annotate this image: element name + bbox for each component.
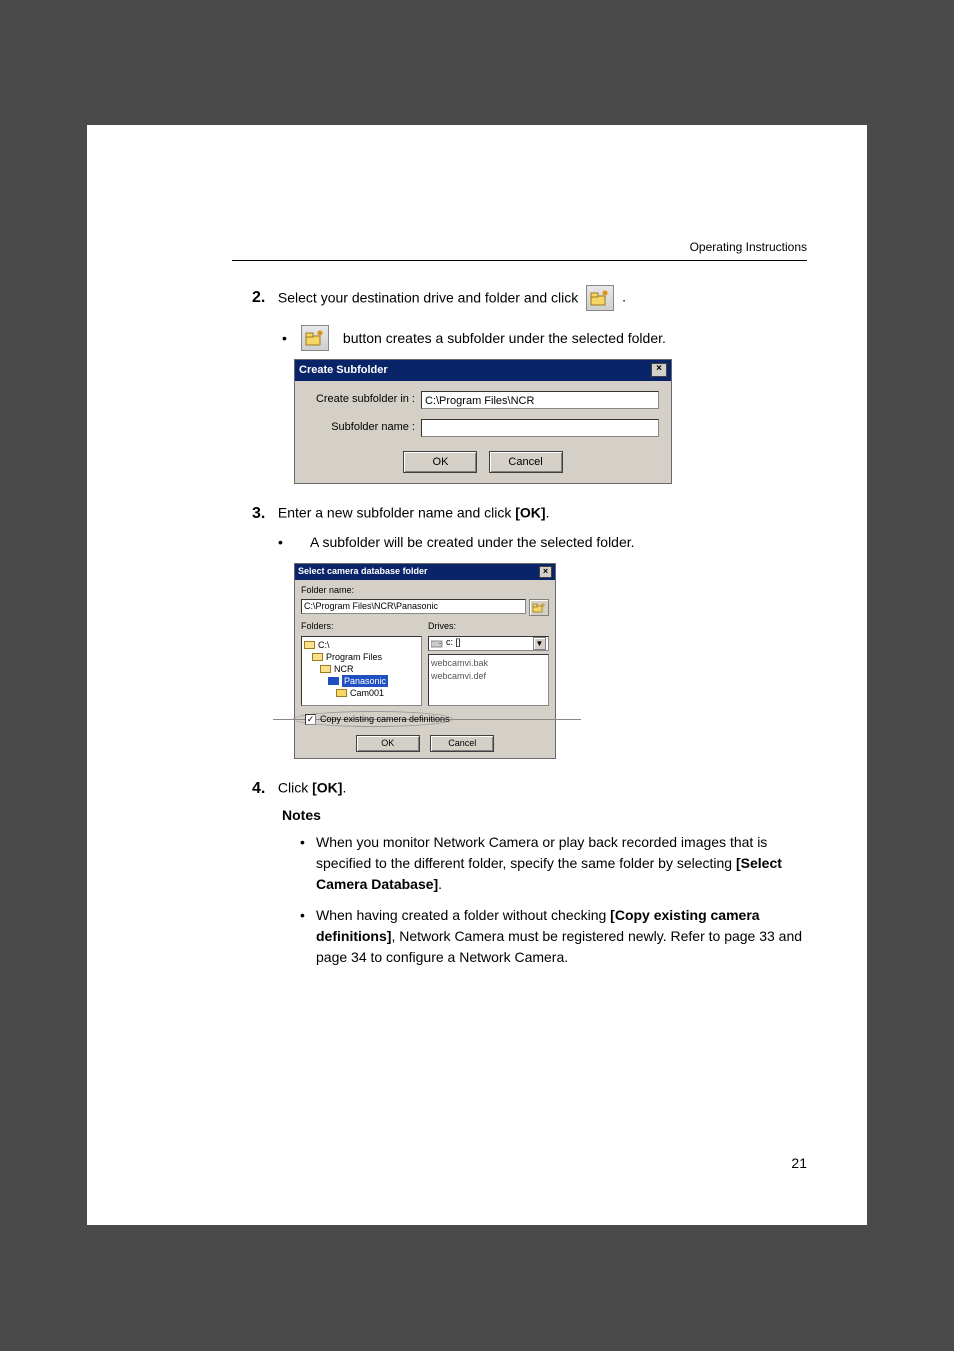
folder-icon [312, 653, 323, 661]
subfolder-name-row: Subfolder name : [307, 419, 659, 437]
drives-column: Drives: c: [] ▼ webcamvi.bak webcamv [428, 620, 549, 706]
create-in-label: Create subfolder in : [307, 391, 415, 408]
header-rule [232, 260, 807, 261]
step-text-after: . [342, 780, 346, 796]
drive-icon [431, 639, 443, 648]
file-item[interactable]: webcamvi.def [431, 670, 546, 684]
note-text: . [438, 876, 442, 892]
new-folder-button[interactable] [529, 599, 549, 616]
step-text: Click [278, 780, 312, 796]
close-button[interactable]: × [539, 566, 552, 578]
chevron-down-icon[interactable]: ▼ [533, 637, 546, 650]
new-folder-icon [586, 285, 614, 311]
folder-icon [304, 641, 315, 649]
create-subfolder-dialog: Create Subfolder × Create subfolder in :… [294, 359, 672, 484]
dialog-titlebar: Select camera database folder × [295, 564, 555, 580]
dialog-buttons: OK Cancel [307, 447, 659, 476]
drive-selected-text: c: [] [446, 636, 461, 650]
dialog-body: Folder name: C:\Program Files\NCR\Panaso… [295, 580, 555, 759]
tree-item[interactable]: Program Files [326, 651, 382, 663]
tree-item[interactable]: Cam001 [350, 687, 384, 699]
step-4: 4. Click [OK]. Notes When you monitor Ne… [252, 777, 807, 968]
note-text: When you monitor Network Camera or play … [316, 834, 767, 871]
page-number: 21 [791, 1155, 807, 1171]
step-text-after: . [622, 289, 626, 305]
bullet-dot: • [282, 331, 287, 345]
step-number: 4. [252, 777, 274, 801]
dialog-buttons: OK Cancel [301, 733, 549, 753]
copy-definitions-checkbox[interactable]: ✓ [305, 714, 316, 725]
page-content: 2. Select your destination drive and fol… [252, 285, 807, 986]
document-page: Operating Instructions 2. Select your de… [87, 125, 867, 1225]
step-3-sub: A subfolder will be created under the se… [294, 532, 807, 553]
checkbox-row: ✓ Copy existing camera definitions [291, 711, 559, 729]
running-header: Operating Instructions [690, 240, 807, 254]
notes-heading: Notes [282, 805, 807, 826]
subfolder-name-label: Subfolder name : [307, 419, 415, 436]
folder-icon [320, 665, 331, 673]
file-item[interactable]: webcamvi.bak [431, 657, 546, 671]
folders-column: Folders: C:\ Program Files NCR Panasonic… [301, 620, 422, 706]
bullet-text: button creates a subfolder under the sel… [343, 328, 666, 349]
folder-tree[interactable]: C:\ Program Files NCR Panasonic Cam001 [301, 636, 422, 706]
foldername-label: Folder name: [301, 584, 549, 598]
file-list[interactable]: webcamvi.bak webcamvi.def [428, 654, 549, 706]
tree-item[interactable]: C:\ [318, 639, 330, 651]
dialog-titlebar: Create Subfolder × [295, 360, 671, 381]
copy-definitions-label: Copy existing camera definitions [320, 713, 450, 727]
folder-path-row: C:\Program Files\NCR\Panasonic [301, 599, 549, 616]
close-button[interactable]: × [651, 363, 667, 377]
ok-button[interactable]: OK [403, 451, 477, 474]
select-database-folder-dialog: Select camera database folder × Folder n… [294, 563, 556, 759]
step-number: 2. [252, 286, 274, 310]
step-text: Select your destination drive and folder… [278, 290, 582, 306]
ok-reference: [OK] [515, 505, 545, 521]
step-text: Enter a new subfolder name and click [278, 505, 515, 521]
step-text-after: . [546, 505, 550, 521]
dialog-body: Create subfolder in : C:\Program Files\N… [295, 381, 671, 484]
tree-item[interactable]: NCR [334, 663, 354, 675]
step-2: 2. Select your destination drive and fol… [252, 285, 807, 484]
ok-button[interactable]: OK [356, 735, 420, 753]
folder-icon [328, 677, 339, 685]
notes-list: When you monitor Network Camera or play … [300, 832, 807, 968]
dialog-columns: Folders: C:\ Program Files NCR Panasonic… [301, 620, 549, 706]
notes-item: When having created a folder without che… [300, 905, 807, 968]
cancel-button[interactable]: Cancel [430, 735, 494, 753]
dialog-title: Create Subfolder [299, 362, 388, 379]
cancel-button[interactable]: Cancel [489, 451, 563, 474]
drive-select[interactable]: c: [] ▼ [428, 636, 549, 651]
new-folder-icon [301, 325, 329, 351]
folder-icon [336, 689, 347, 697]
create-in-input[interactable]: C:\Program Files\NCR [421, 391, 659, 409]
folder-path-input[interactable]: C:\Program Files\NCR\Panasonic [301, 599, 526, 614]
dialog-title: Select camera database folder [298, 565, 428, 579]
subfolder-name-input[interactable] [421, 419, 659, 437]
step-3: 3. Enter a new subfolder name and click … [252, 502, 807, 759]
folders-label: Folders: [301, 620, 422, 634]
create-in-row: Create subfolder in : C:\Program Files\N… [307, 391, 659, 409]
note-text: When having created a folder without che… [316, 907, 610, 923]
step-2-bullet: • button creates a subfolder under the s… [282, 325, 807, 351]
step-number: 3. [252, 502, 274, 526]
tree-item-selected[interactable]: Panasonic [342, 675, 388, 687]
ok-reference: [OK] [312, 780, 342, 796]
notes-item: When you monitor Network Camera or play … [300, 832, 807, 895]
drives-label: Drives: [428, 620, 549, 634]
